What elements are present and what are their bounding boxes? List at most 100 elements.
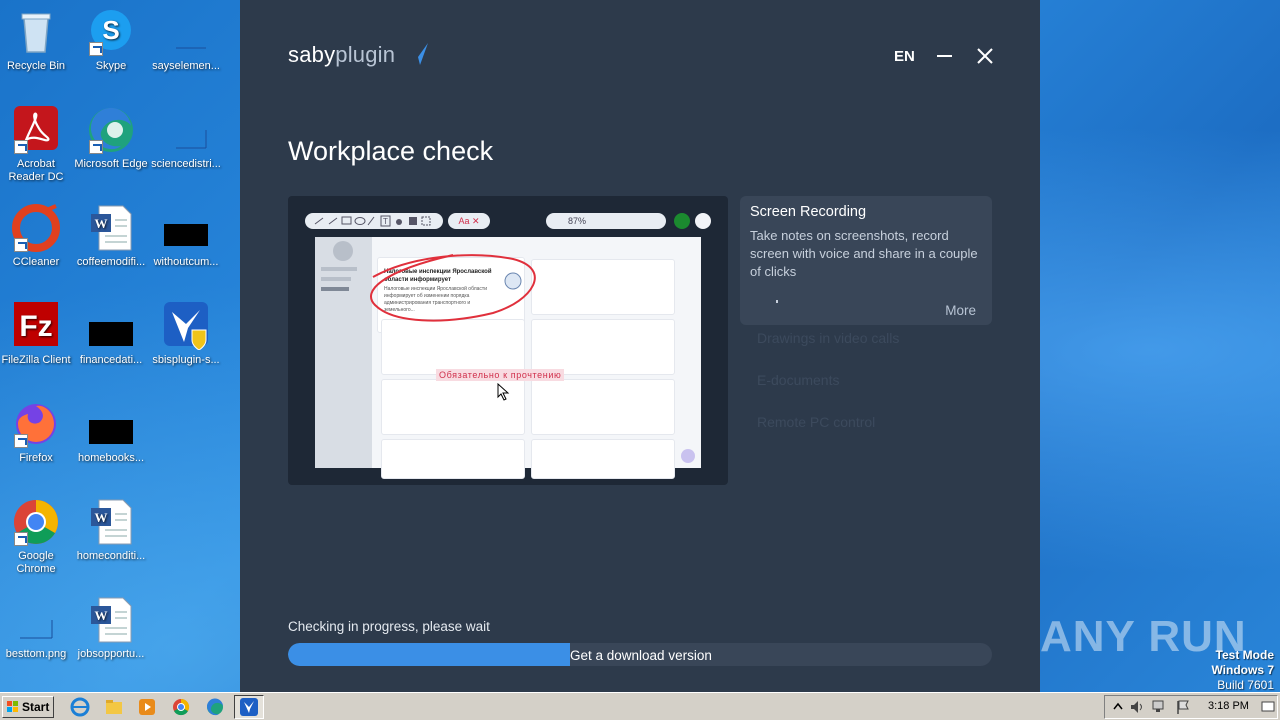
drawing-toolbar: T xyxy=(305,213,443,229)
svg-text:T: T xyxy=(383,217,388,226)
feature-item-remote-pc[interactable]: Remote PC control xyxy=(757,414,875,430)
more-link[interactable]: More xyxy=(945,303,976,318)
page-title: Workplace check xyxy=(288,136,494,166)
desktop-icon-firefox[interactable]: Firefox xyxy=(0,400,74,465)
os-label: Windows 7 xyxy=(1211,663,1274,677)
word-document-icon: W xyxy=(87,596,135,644)
desktop-icon-label: sbisplugin-s... xyxy=(152,354,220,366)
svg-text:W: W xyxy=(95,608,108,623)
feature-progress-tick xyxy=(776,300,778,303)
annotation-note: Обязательно к прочтению xyxy=(436,369,565,381)
desktop-icon-file[interactable]: financedati... xyxy=(73,302,149,367)
feature-card-screen-recording[interactable]: Screen Recording Take notes on screensho… xyxy=(740,196,992,325)
minimize-button[interactable] xyxy=(936,46,954,66)
firefox-icon xyxy=(12,400,60,448)
desktop-icon-file[interactable]: sayselemen... xyxy=(148,8,224,73)
desktop-icon-ccleaner[interactable]: CCleaner xyxy=(0,204,74,269)
desktop-icon-label: withoutcum... xyxy=(153,256,219,268)
document-card xyxy=(531,379,675,435)
feature-preview-image: T Aa ✕ 87% Налоговые инспекции Ярославск… xyxy=(288,196,728,485)
svg-text:W: W xyxy=(95,216,108,231)
desktop-icon-file[interactable]: besttom.png xyxy=(0,596,74,661)
show-hidden-icons-icon[interactable] xyxy=(1111,700,1125,714)
desktop-icon-label: FileZilla Client xyxy=(1,354,71,366)
desktop-icon-word-doc[interactable]: W jobsopportu... xyxy=(73,596,149,661)
chrome-taskbar-icon[interactable] xyxy=(171,697,191,717)
start-button[interactable]: Start xyxy=(2,696,54,718)
sbisplugin-installer-icon xyxy=(162,302,210,351)
desktop-icon-skype[interactable]: S Skype xyxy=(73,8,149,73)
app-logo: sabyplugin xyxy=(288,42,395,68)
network-icon[interactable] xyxy=(1151,699,1167,715)
blank-file-icon xyxy=(162,8,210,56)
svg-text:W: W xyxy=(95,510,108,525)
desktop-icon-recycle-bin[interactable]: Recycle Bin xyxy=(0,8,74,73)
document-card xyxy=(531,439,675,479)
chat-bubble-icon xyxy=(681,449,695,463)
close-button[interactable] xyxy=(976,46,994,66)
saby-logo-icon xyxy=(410,43,428,65)
document-card xyxy=(531,319,675,375)
feature-item-e-documents[interactable]: E-documents xyxy=(757,372,839,388)
sabyplugin-taskbar-icon xyxy=(240,698,258,716)
svg-text:S: S xyxy=(102,15,119,45)
black-file-icon xyxy=(87,400,135,448)
desktop-icon-label: jobsopportu... xyxy=(77,648,145,660)
desktop-icon-filezilla[interactable]: Fz FileZilla Client xyxy=(0,302,74,367)
white-status-dot xyxy=(695,213,711,229)
document-screenshot: Налоговые инспекции Ярославской области … xyxy=(315,237,701,479)
chrome-icon xyxy=(12,498,60,546)
desktop-icon-label: Skype xyxy=(95,60,127,72)
skype-icon: S xyxy=(87,8,135,56)
file-explorer-icon[interactable] xyxy=(104,697,124,717)
desktop-icon-word-doc[interactable]: W homeconditi... xyxy=(73,498,149,563)
word-document-icon: W xyxy=(87,498,135,546)
windows-flag-icon xyxy=(7,701,18,712)
desktop-icon-label: sayselemen... xyxy=(152,60,220,72)
desktop-icon-label: financedati... xyxy=(79,354,143,366)
sabyplugin-taskbar-button[interactable] xyxy=(234,695,264,719)
desktop-icon-label: Microsoft Edge xyxy=(74,158,148,170)
media-player-icon[interactable] xyxy=(137,697,157,717)
test-mode-label: Test Mode xyxy=(1215,648,1274,662)
logo-saby-text: saby xyxy=(288,42,336,67)
green-status-dot xyxy=(674,213,690,229)
language-switch[interactable]: EN xyxy=(894,48,915,65)
show-desktop-icon[interactable] xyxy=(1261,700,1275,714)
desktop-icon-file[interactable]: sciencedistri... xyxy=(148,106,224,171)
desktop-icon-label: homeconditi... xyxy=(76,550,146,562)
desktop-icon-file[interactable]: withoutcum... xyxy=(148,204,224,269)
desktop-icon-file[interactable]: homebooks... xyxy=(73,400,149,465)
feature-item-drawings[interactable]: Drawings in video calls xyxy=(757,330,899,346)
volume-icon[interactable] xyxy=(1129,699,1145,715)
desktop-icon-word-doc[interactable]: W coffeemodifi... xyxy=(73,204,149,269)
taskbar-clock[interactable]: 3:18 PM xyxy=(1208,700,1249,712)
desktop-icon-label: Firefox xyxy=(19,452,53,464)
desktop-icon-chrome[interactable]: Google Chrome xyxy=(0,498,74,576)
desktop-icon-sbisplugin[interactable]: sbisplugin-s... xyxy=(148,302,224,367)
desktop-icon-label: Google Chrome xyxy=(16,550,56,575)
svg-text:Fz: Fz xyxy=(19,310,52,343)
text-tool-label: Aa xyxy=(458,216,470,226)
black-file-icon xyxy=(87,302,135,350)
desktop-icon-acrobat[interactable]: Acrobat Reader DC xyxy=(0,106,74,184)
filezilla-icon: Fz xyxy=(12,302,60,350)
black-file-icon xyxy=(162,204,210,252)
edge-taskbar-icon[interactable] xyxy=(205,697,225,717)
start-label: Start xyxy=(22,700,50,714)
action-center-flag-icon[interactable] xyxy=(1175,699,1191,715)
internet-explorer-icon[interactable] xyxy=(70,697,90,717)
desktop-icon-label: sciencedistri... xyxy=(151,158,221,170)
desktop-icon-label: besttom.png xyxy=(5,648,67,660)
sabyplugin-window: sabyplugin EN Workplace check T Aa ✕ 87%… xyxy=(240,0,1040,692)
edge-icon xyxy=(87,106,135,154)
desktop-icon-label: coffeemodifi... xyxy=(76,256,146,268)
feature-title: Screen Recording xyxy=(750,204,867,220)
image-file-icon xyxy=(12,596,60,644)
drawing-tools-icon: T xyxy=(314,215,431,227)
download-version-link[interactable]: Get a download version xyxy=(570,648,712,663)
cursor-icon xyxy=(497,383,510,401)
desktop-icon-edge[interactable]: Microsoft Edge xyxy=(73,106,149,171)
recycle-bin-icon xyxy=(12,8,60,56)
text-color-tool: Aa ✕ xyxy=(448,213,490,229)
